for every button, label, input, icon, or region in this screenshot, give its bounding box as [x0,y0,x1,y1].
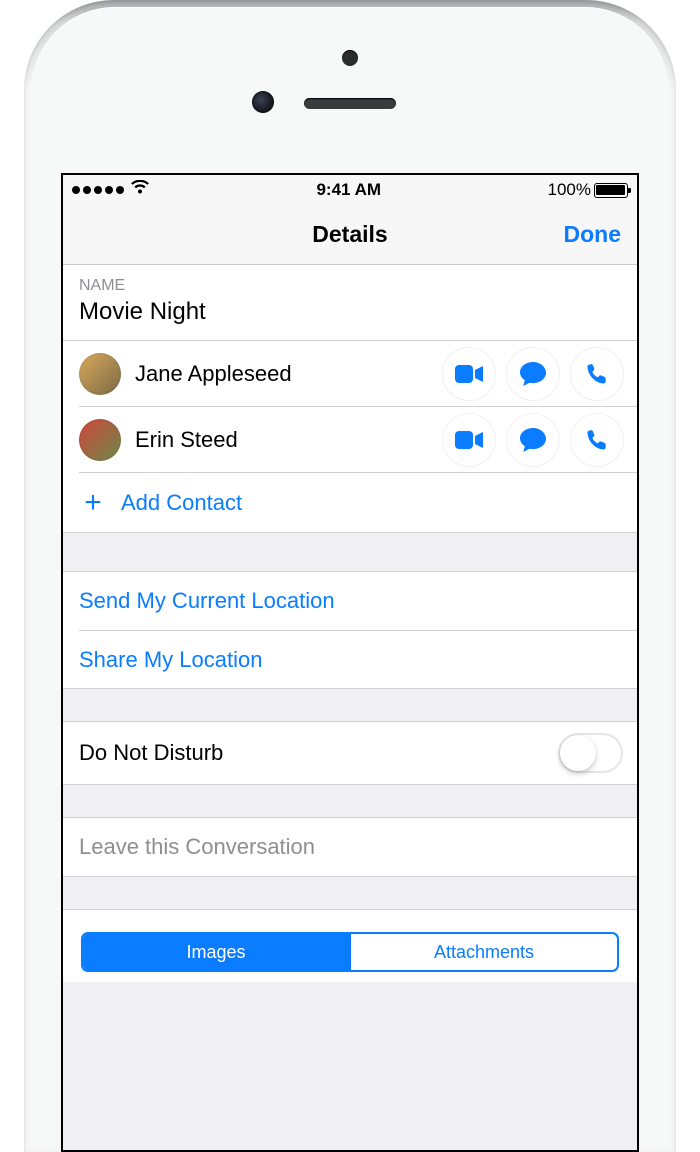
share-location-button[interactable]: Share My Location [79,630,637,688]
leave-section: Leave this Conversation [63,817,637,877]
share-location-label: Share My Location [79,647,262,673]
contact-name: Jane Appleseed [135,361,443,387]
contact-actions [443,348,623,400]
avatar [79,353,121,395]
leave-label: Leave this Conversation [79,834,623,860]
call-button[interactable] [571,414,623,466]
message-button[interactable] [507,414,559,466]
dnd-toggle[interactable] [558,733,623,773]
contact-actions [443,414,623,466]
add-contact-button[interactable]: + Add Contact [79,472,637,532]
dnd-section: Do Not Disturb [63,721,637,785]
segmented-control: Images Attachments [81,932,619,972]
message-button[interactable] [507,348,559,400]
location-section: Send My Current Location Share My Locati… [63,571,637,689]
sensor-dot [342,50,358,66]
add-contact-label: Add Contact [121,490,242,516]
avatar [79,419,121,461]
contact-row[interactable]: Erin Steed [79,406,637,472]
status-time: 9:41 AM [316,180,381,200]
name-header: NAME [63,265,637,298]
plus-icon: + [73,486,113,520]
battery-percentage: 100% [548,180,591,200]
screen: 9:41 AM 100% Details Done NAME Movie Nig… [61,173,639,1152]
leave-conversation-button[interactable]: Leave this Conversation [63,818,637,876]
send-location-button[interactable]: Send My Current Location [63,572,637,630]
signal-strength-icon [72,186,124,194]
group-name-field[interactable]: Movie Night [63,298,637,340]
facetime-video-button[interactable] [443,414,495,466]
tab-images[interactable]: Images [83,934,349,970]
call-button[interactable] [571,348,623,400]
dnd-label: Do Not Disturb [79,740,558,766]
phone-speaker [304,98,396,109]
done-button[interactable]: Done [564,221,622,248]
contact-name: Erin Steed [135,427,443,453]
name-section: NAME Movie Night Jane Appleseed [63,265,637,533]
status-bar: 9:41 AM 100% [63,175,637,205]
dnd-row: Do Not Disturb [63,722,637,784]
status-right: 100% [548,180,628,200]
wifi-icon [130,180,150,200]
battery-icon [594,183,628,198]
tab-attachments[interactable]: Attachments [349,934,617,970]
front-camera [252,91,274,113]
send-location-label: Send My Current Location [79,588,335,614]
nav-bar: Details Done [63,205,637,265]
status-left [72,180,150,200]
attachments-section: Images Attachments [63,909,637,982]
phone-frame: 9:41 AM 100% Details Done NAME Movie Nig… [0,0,700,1152]
page-title: Details [312,221,387,248]
toggle-knob [560,735,596,771]
contact-row[interactable]: Jane Appleseed [63,340,637,406]
facetime-video-button[interactable] [443,348,495,400]
